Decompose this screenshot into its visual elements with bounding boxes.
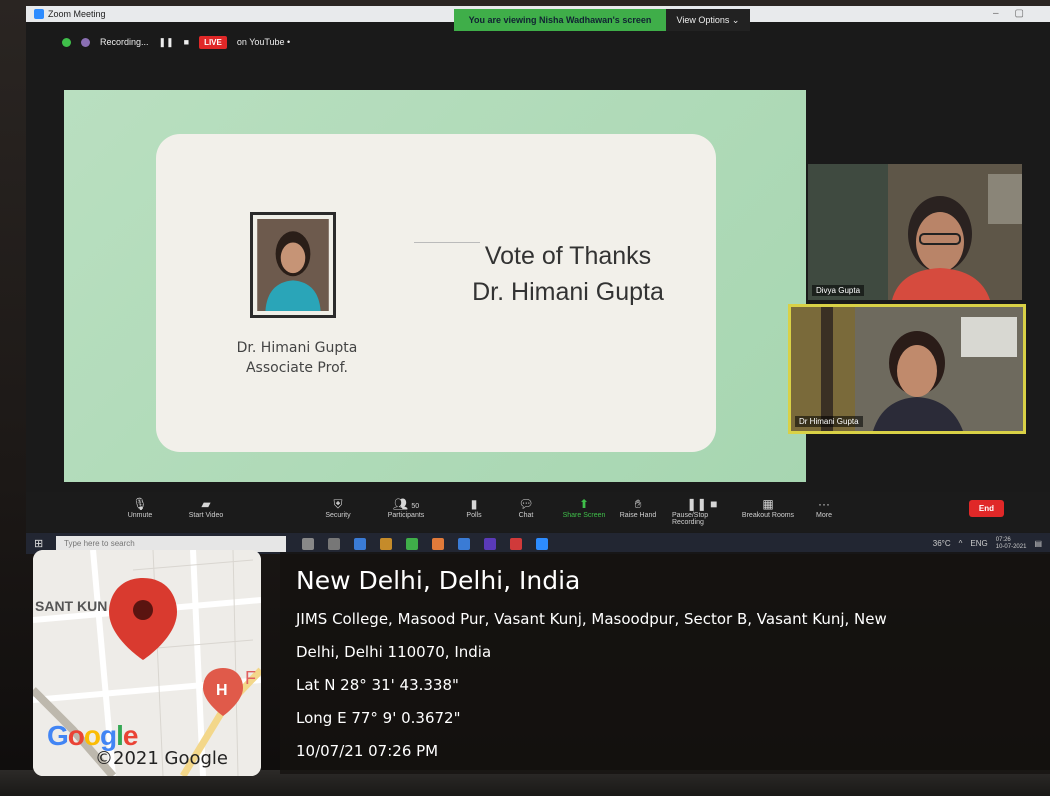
zoom-taskbar-icon[interactable] bbox=[536, 537, 548, 550]
polls-button[interactable]: ▮ Polls bbox=[444, 496, 504, 519]
zoom-app-icon bbox=[34, 9, 44, 19]
chat-icon: 💬︎ bbox=[518, 497, 534, 511]
participants-icon: 👥︎ 50 bbox=[392, 497, 420, 511]
mic-muted-icon: 🎙︎ bbox=[132, 497, 148, 511]
recording-status-bar: Recording... ❚❚ ■ LIVE on YouTube • bbox=[26, 22, 1050, 62]
shared-screen: Dr. Himani Gupta Associate Prof. Vote of… bbox=[64, 90, 806, 482]
pause-recording-icon: ❚❚ ■ bbox=[686, 497, 718, 511]
clock-date: 10-07-2021 bbox=[995, 543, 1027, 550]
participant-video bbox=[808, 164, 1022, 300]
live-destination[interactable]: on YouTube • bbox=[237, 37, 290, 47]
clock-time: 07:26 bbox=[995, 536, 1011, 543]
task-view-icon[interactable] bbox=[328, 537, 340, 550]
participant-video bbox=[791, 307, 1023, 431]
slide-heading-line1: Vote of Thanks bbox=[484, 242, 652, 270]
slide-heading-line2: Dr. Himani Gupta bbox=[472, 278, 664, 306]
stop-icon[interactable]: ■ bbox=[184, 37, 189, 47]
window-controls[interactable]: –▢ bbox=[993, 8, 1040, 19]
gps-latitude: Lat N 28° 31' 43.338" bbox=[296, 676, 459, 694]
participant-count: 50 bbox=[411, 503, 420, 510]
active-speaker-tile[interactable]: Dr Himani Gupta bbox=[788, 304, 1026, 434]
map-poi-label: F bbox=[245, 668, 256, 688]
security-button[interactable]: ⛨ Security bbox=[308, 496, 368, 519]
breakout-rooms-button[interactable]: ▦ Breakout Rooms bbox=[738, 496, 798, 519]
chat-button[interactable]: 💬︎ Chat bbox=[496, 496, 556, 519]
live-badge: LIVE bbox=[199, 35, 227, 49]
windows-start-icon[interactable]: ⊞ bbox=[34, 537, 48, 550]
participant-video-tile[interactable]: Divya Gupta bbox=[808, 164, 1022, 300]
clock[interactable]: 07:26 10-07-2021 bbox=[996, 537, 1027, 551]
pause-icon[interactable]: ❚❚ bbox=[159, 37, 174, 48]
tray-icons[interactable]: ^ bbox=[959, 539, 963, 548]
slide-heading: Vote of Thanks Dr. Himani Gupta bbox=[448, 238, 688, 310]
encryption-shield-icon[interactable] bbox=[62, 37, 71, 47]
share-screen-button[interactable]: ⬆ Share Screen bbox=[554, 496, 614, 519]
more-icon: ··· bbox=[818, 497, 830, 511]
speaker-name: Dr. Himani Gupta bbox=[236, 340, 358, 356]
gps-datetime: 10/07/21 07:26 PM bbox=[296, 742, 439, 760]
app-icon[interactable] bbox=[510, 537, 522, 550]
participant-name-label: Dr Himani Gupta bbox=[795, 416, 863, 427]
app-icon[interactable] bbox=[458, 537, 470, 550]
polls-icon: ▮ bbox=[470, 497, 478, 511]
input-language[interactable]: ENG bbox=[970, 539, 987, 548]
shield-icon: ⛨ bbox=[333, 497, 343, 511]
store-icon[interactable] bbox=[380, 537, 392, 550]
gps-address-line2: Delhi, Delhi 110070, India bbox=[296, 643, 492, 661]
more-button[interactable]: ··· More bbox=[794, 496, 854, 519]
browser-icon[interactable] bbox=[432, 537, 444, 550]
recording-label: Recording... bbox=[100, 37, 149, 47]
breakout-icon: ▦ bbox=[762, 497, 774, 511]
unmute-button[interactable]: 🎙︎ Unmute bbox=[110, 496, 170, 519]
gps-address-line1: JIMS College, Masood Pur, Vasant Kunj, M… bbox=[296, 610, 887, 628]
speaker-photo bbox=[250, 212, 336, 318]
share-screen-icon: ⬆ bbox=[578, 497, 590, 511]
meeting-toolbar: 🎙︎ Unmute ▰ Start Video ⛨ Security 👥︎ 50… bbox=[26, 492, 1050, 532]
recording-icon bbox=[81, 37, 90, 47]
taskbar-apps bbox=[302, 537, 548, 550]
end-meeting-button[interactable]: End bbox=[968, 500, 1004, 517]
participants-button[interactable]: 👥︎ 50 Participants bbox=[376, 496, 436, 519]
map-thumbnail: H SANT KUN F Google ©2021 Google bbox=[33, 550, 261, 776]
map-copyright: ©2021 Google bbox=[95, 748, 229, 769]
map-area-label: SANT KUN bbox=[35, 598, 108, 614]
weather-temperature[interactable]: 36°C bbox=[933, 539, 951, 548]
raise-hand-button[interactable]: ✋︎ Raise Hand bbox=[608, 496, 668, 519]
speaker-portrait-image bbox=[257, 219, 329, 311]
slide: Dr. Himani Gupta Associate Prof. Vote of… bbox=[156, 134, 716, 452]
speaker-title: Associate Prof. bbox=[245, 360, 349, 376]
system-tray: 36°C ^ ENG 07:26 10-07-2021 ▤ bbox=[933, 537, 1042, 551]
cortana-icon[interactable] bbox=[302, 537, 314, 550]
pause-stop-recording-button[interactable]: ❚❚ ■ Pause/Stop Recording bbox=[672, 496, 732, 526]
teams-icon[interactable] bbox=[484, 537, 496, 550]
start-video-button[interactable]: ▰ Start Video bbox=[176, 496, 236, 519]
notifications-icon[interactable]: ▤ bbox=[1034, 539, 1042, 548]
svg-text:H: H bbox=[216, 682, 228, 699]
gps-longitude: Long E 77° 9' 0.3672" bbox=[296, 709, 461, 727]
hand-icon: ✋︎ bbox=[634, 497, 642, 511]
video-off-icon: ▰ bbox=[201, 497, 211, 511]
file-explorer-icon[interactable] bbox=[354, 537, 366, 550]
chrome-icon[interactable] bbox=[406, 537, 418, 550]
window-title: Zoom Meeting bbox=[48, 9, 106, 19]
gps-location-title: New Delhi, Delhi, India bbox=[296, 566, 581, 595]
participant-name-label: Divya Gupta bbox=[812, 285, 865, 296]
zoom-window: Zoom Meeting –▢ You are viewing Nisha Wa… bbox=[26, 6, 1050, 554]
